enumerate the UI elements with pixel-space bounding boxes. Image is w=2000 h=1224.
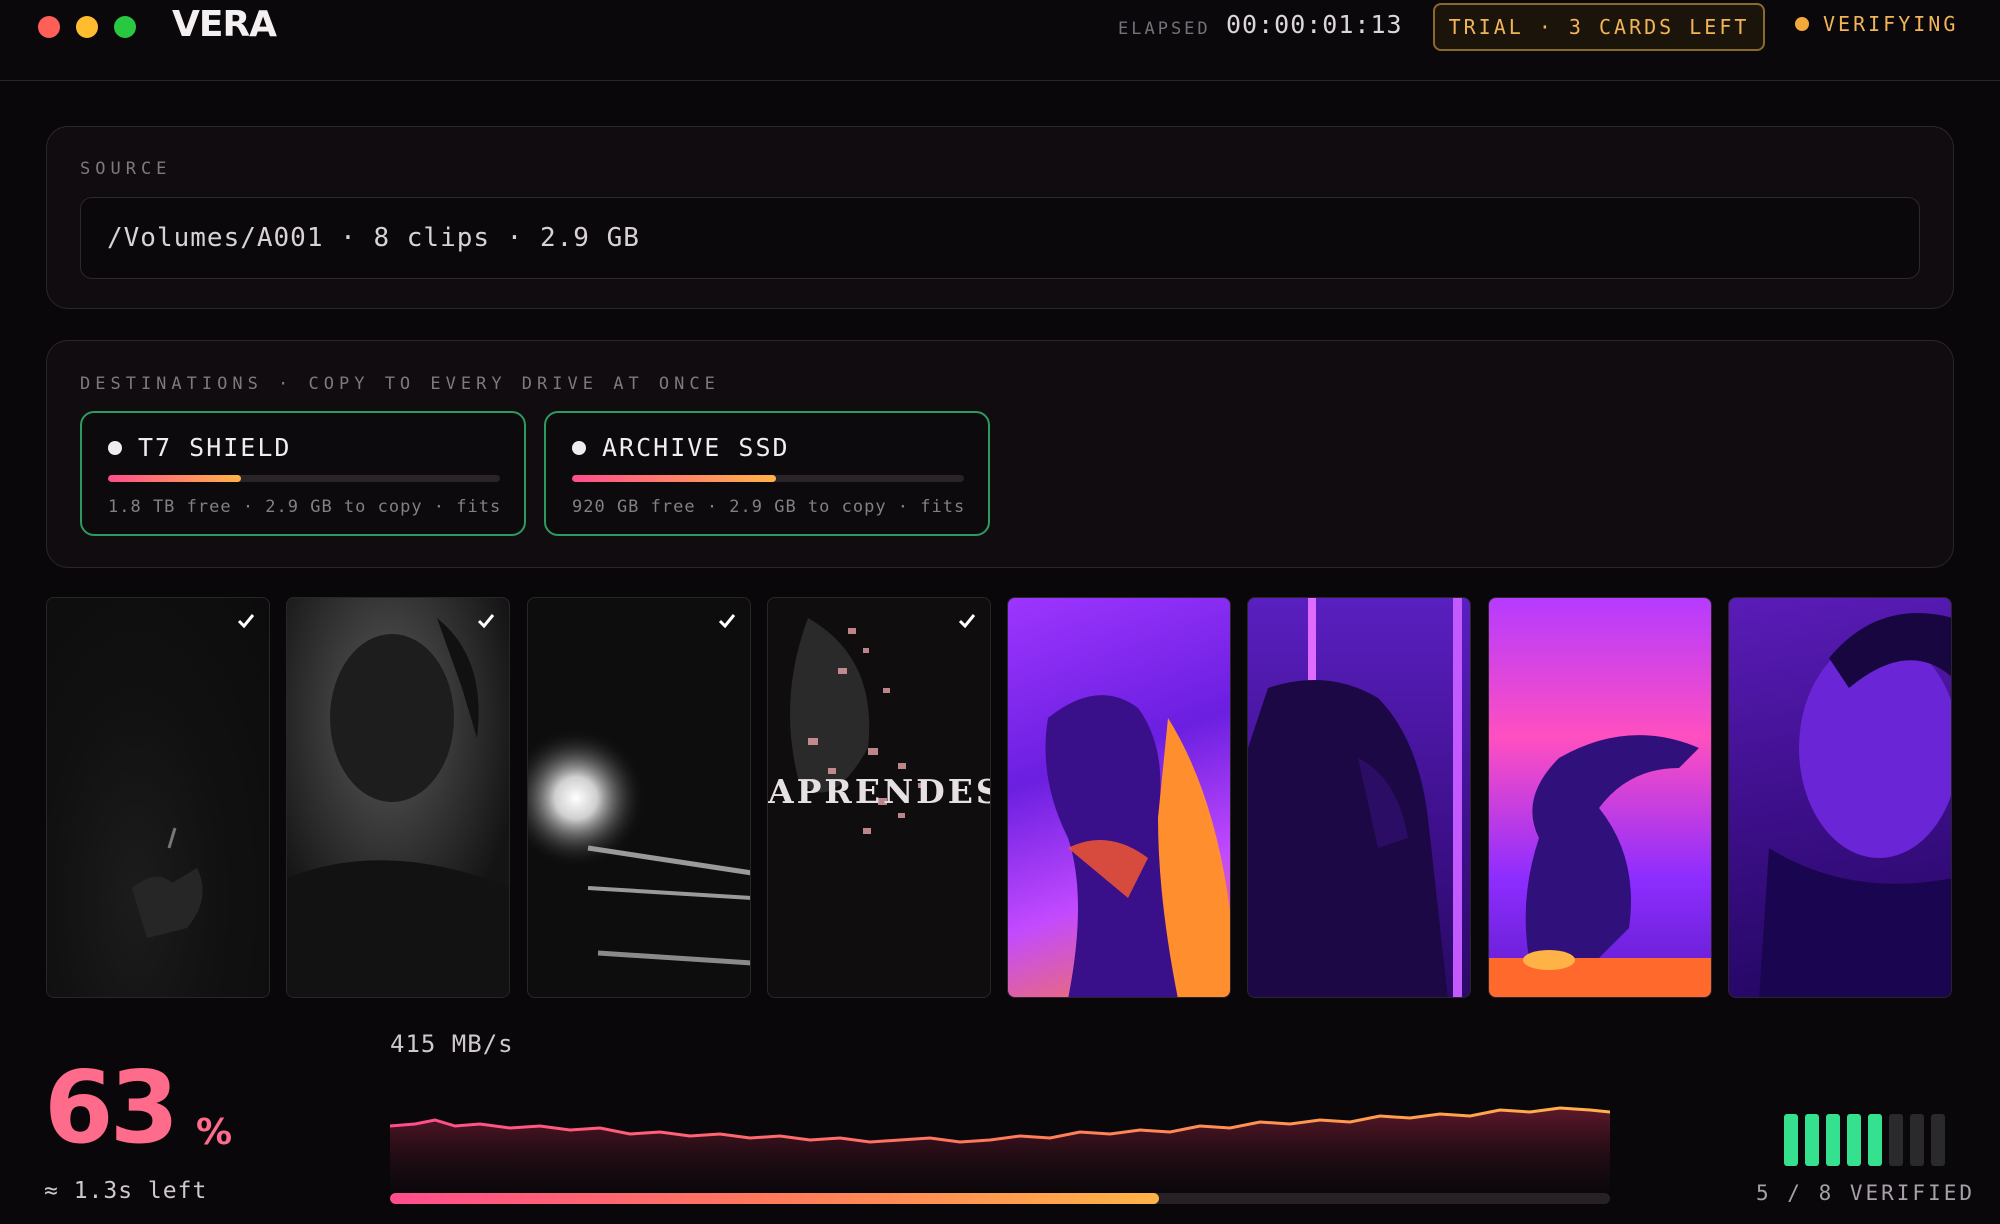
clip-frame-art — [132, 827, 203, 938]
clip-thumbnail[interactable] — [46, 597, 270, 998]
drive-status-dot-icon — [572, 440, 586, 455]
clip-thumbnail[interactable] — [286, 597, 510, 998]
app-name: VERA — [172, 4, 277, 45]
drive-status-dot-icon — [108, 440, 122, 455]
throughput-graph — [390, 1106, 1610, 1190]
verified-segment — [1868, 1114, 1882, 1166]
drive-usage-fill — [108, 475, 242, 482]
drive-usage-bar — [572, 475, 964, 482]
source-label: SOURCE — [80, 159, 172, 179]
trial-badge[interactable]: TRIAL · 3 CARDS LEFT — [1433, 3, 1765, 51]
pending-segment — [1910, 1114, 1924, 1166]
clip-frame-art — [1489, 735, 1711, 997]
verified-segment — [1784, 1114, 1798, 1166]
verified-segment — [1826, 1114, 1840, 1166]
status-dot-icon — [1795, 17, 1809, 31]
clip-frame-art — [1248, 598, 1462, 997]
clip-thumbnail[interactable] — [1007, 597, 1231, 998]
verified-segment — [1847, 1114, 1861, 1166]
verification-meter — [1784, 1114, 1945, 1166]
elapsed-label: ELAPSED — [1118, 19, 1211, 39]
verified-check-icon — [477, 614, 495, 629]
verified-check-icon — [718, 614, 736, 629]
destinations-panel: DESTINATIONS · COPY TO EVERY DRIVE AT ON… — [46, 340, 1954, 568]
progress-percent-sign: % — [196, 1112, 233, 1153]
drive-usage-bar — [108, 475, 500, 482]
clip-thumbnail[interactable]: APRENDES — [767, 597, 991, 998]
status-text: VERIFYING — [1823, 12, 1959, 36]
clip-thumbnail[interactable] — [1488, 597, 1712, 998]
clip-thumbnail[interactable] — [527, 597, 751, 998]
minimize-window-button[interactable] — [76, 16, 98, 38]
destinations-label: DESTINATIONS · COPY TO EVERY DRIVE AT ON… — [80, 374, 720, 394]
pending-segment — [1889, 1114, 1903, 1166]
clip-frame-art — [528, 728, 750, 966]
source-path-field[interactable]: /Volumes/A001 · 8 clips · 2.9 GB — [80, 197, 1920, 279]
window-controls — [38, 16, 136, 38]
verification-count: 5 / 8 VERIFIED — [1756, 1181, 1976, 1205]
transfer-speed: 415 MB/s — [390, 1030, 514, 1058]
verified-check-icon — [237, 614, 255, 629]
status-indicator: VERIFYING — [1795, 12, 1958, 36]
elapsed-timecode: 00:00:01:13 — [1226, 10, 1403, 39]
drive-info: 920 GB free · 2.9 GB to copy · fits — [572, 497, 966, 517]
clip-frame-art — [287, 598, 509, 997]
clip-frame-art — [1045, 695, 1230, 997]
close-window-button[interactable] — [38, 16, 60, 38]
pending-segment — [1931, 1114, 1945, 1166]
throughput-area — [390, 1108, 1610, 1190]
overall-progress-fill — [390, 1193, 1159, 1204]
drive-name: T7 SHIELD — [138, 433, 292, 462]
drive-usage-fill — [572, 475, 776, 482]
time-remaining: ≈ 1.3s left — [44, 1178, 208, 1204]
clip-thumbnail[interactable] — [1247, 597, 1471, 998]
clip-thumbnail[interactable] — [1728, 597, 1952, 998]
progress-percent-value: 63 — [44, 1049, 179, 1166]
clip-overlay-text: APRENDES — [768, 772, 991, 811]
overall-progress-bar — [390, 1193, 1610, 1204]
verified-segment — [1805, 1114, 1819, 1166]
destination-drive-card[interactable]: T7 SHIELD 1.8 TB free · 2.9 GB to copy ·… — [80, 411, 526, 536]
title-bar: VERA ELAPSED 00:00:01:13 TRIAL · 3 CARDS… — [0, 0, 2000, 81]
drive-name: ARCHIVE SSD — [602, 433, 790, 462]
clip-frame-art — [1759, 613, 1951, 997]
destination-drive-card[interactable]: ARCHIVE SSD 920 GB free · 2.9 GB to copy… — [544, 411, 990, 536]
drive-info: 1.8 TB free · 2.9 GB to copy · fits — [108, 497, 502, 517]
zoom-window-button[interactable] — [114, 16, 136, 38]
clip-frame-art: APRENDES — [768, 618, 991, 834]
verified-check-icon — [958, 614, 976, 629]
source-panel: SOURCE /Volumes/A001 · 8 clips · 2.9 GB — [46, 126, 1954, 309]
